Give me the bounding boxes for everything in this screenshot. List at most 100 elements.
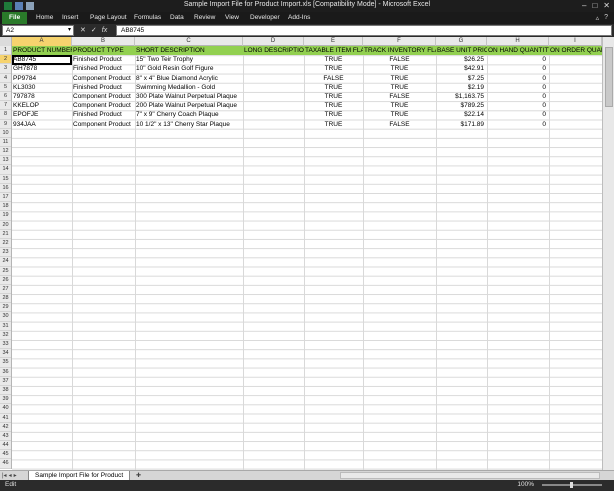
header-cell[interactable]: TAXABLE ITEM FLAG: [304, 46, 370, 56]
header-cell[interactable]: PRODUCT NUMBER: [12, 46, 75, 56]
row-header[interactable]: 5: [0, 83, 11, 92]
table-cell[interactable]: 10" Gold Resin Golf Figure: [135, 64, 243, 73]
table-cell[interactable]: TRUE: [304, 110, 363, 119]
table-cell[interactable]: [243, 74, 304, 83]
table-cell[interactable]: 300 Plate Walnut Perpetual Plaque: [135, 92, 243, 101]
table-cell[interactable]: $42.91: [436, 64, 487, 73]
maximize-button[interactable]: □: [592, 1, 597, 10]
row-header[interactable]: 22: [0, 239, 11, 249]
insert-function-button[interactable]: fx: [102, 25, 107, 36]
table-cell[interactable]: TRUE: [363, 101, 436, 110]
table-cell[interactable]: Component Product: [72, 92, 135, 101]
name-box[interactable]: A2 ▾: [2, 25, 74, 36]
tab-developer[interactable]: Developer: [250, 12, 280, 24]
table-cell[interactable]: 0: [487, 83, 549, 92]
row-header[interactable]: 20: [0, 221, 11, 230]
row-header[interactable]: 40: [0, 404, 11, 414]
table-cell[interactable]: TRUE: [363, 110, 436, 119]
tab-add-ins[interactable]: Add-Ins: [288, 12, 310, 24]
row-header[interactable]: 34: [0, 349, 11, 359]
table-cell[interactable]: $2.19: [436, 83, 487, 92]
table-cell[interactable]: [549, 120, 602, 129]
row-header[interactable]: 13: [0, 156, 11, 166]
table-cell[interactable]: 8" x 4" Blue Diamond Acrylic: [135, 74, 243, 83]
table-cell[interactable]: Finished Product: [72, 110, 135, 119]
zoom-slider[interactable]: [542, 482, 602, 488]
tab-file[interactable]: File: [2, 12, 28, 24]
help-icon[interactable]: ?: [604, 14, 608, 22]
row-header[interactable]: 27: [0, 285, 11, 295]
table-cell[interactable]: [243, 83, 304, 92]
next-sheet-icon[interactable]: ▸: [14, 472, 17, 479]
table-cell[interactable]: [549, 74, 602, 83]
tab-insert[interactable]: Insert: [62, 12, 78, 24]
horizontal-scrollbar[interactable]: [340, 472, 600, 479]
table-cell[interactable]: 200 Plate Walnut Perpetual Plaque: [135, 101, 243, 110]
table-cell[interactable]: FALSE: [363, 92, 436, 101]
column-header-d[interactable]: D: [243, 37, 304, 46]
row-header[interactable]: 14: [0, 165, 11, 175]
cancel-icon[interactable]: ✕: [80, 25, 86, 36]
row-header[interactable]: 7: [0, 101, 11, 111]
row-header[interactable]: 37: [0, 377, 11, 386]
table-cell[interactable]: [243, 64, 304, 73]
tab-page-layout[interactable]: Page Layout: [90, 12, 127, 24]
first-sheet-icon[interactable]: |◂: [2, 472, 7, 479]
row-header[interactable]: 43: [0, 432, 11, 442]
table-cell[interactable]: TRUE: [363, 74, 436, 83]
table-cell[interactable]: 0: [487, 64, 549, 73]
column-header-g[interactable]: G: [436, 37, 487, 46]
table-cell[interactable]: KL3030: [12, 83, 72, 92]
table-cell[interactable]: 0: [487, 92, 549, 101]
row-header[interactable]: 26: [0, 276, 11, 285]
column-header-a[interactable]: A: [12, 37, 72, 46]
row-header[interactable]: 45: [0, 450, 11, 460]
table-cell[interactable]: [243, 101, 304, 110]
table-cell[interactable]: Finished Product: [72, 64, 135, 73]
chevron-down-icon[interactable]: ▾: [68, 26, 71, 35]
header-cell[interactable]: BASE UNIT PRICE: [436, 46, 493, 56]
table-cell[interactable]: TRUE: [304, 55, 363, 64]
tab-formulas[interactable]: Formulas: [134, 12, 161, 24]
table-cell[interactable]: [549, 83, 602, 92]
select-all-button[interactable]: [0, 37, 12, 46]
row-header[interactable]: 24: [0, 257, 11, 267]
table-cell[interactable]: EPOFJE: [12, 110, 72, 119]
column-header-i[interactable]: I: [549, 37, 602, 46]
table-cell[interactable]: FALSE: [363, 55, 436, 64]
row-header[interactable]: 1: [0, 46, 11, 56]
table-cell[interactable]: TRUE: [304, 120, 363, 129]
table-cell[interactable]: FALSE: [363, 120, 436, 129]
close-button[interactable]: ✕: [603, 1, 610, 10]
table-cell[interactable]: Component Product: [72, 101, 135, 110]
table-cell[interactable]: [549, 55, 602, 64]
row-header[interactable]: 31: [0, 322, 11, 331]
row-header[interactable]: 17: [0, 193, 11, 203]
table-cell[interactable]: [243, 92, 304, 101]
table-cell[interactable]: $1,163.75: [436, 92, 487, 101]
minimize-ribbon-icon[interactable]: ▵: [596, 14, 600, 22]
column-header-b[interactable]: B: [72, 37, 135, 46]
row-header[interactable]: 32: [0, 331, 11, 340]
table-cell[interactable]: [243, 55, 304, 64]
row-header[interactable]: 12: [0, 147, 11, 157]
row-header[interactable]: 25: [0, 267, 11, 276]
row-header[interactable]: 2: [0, 55, 11, 65]
table-cell[interactable]: [243, 110, 304, 119]
enter-icon[interactable]: ✓: [91, 25, 97, 36]
table-cell[interactable]: 7" x 9" Cherry Coach Plaque: [135, 110, 243, 119]
table-cell[interactable]: Component Product: [72, 74, 135, 83]
header-cell[interactable]: LONG DESCRIPTION: [243, 46, 309, 56]
table-cell[interactable]: [549, 92, 602, 101]
formula-input[interactable]: AB8745: [116, 25, 612, 36]
scrollbar-thumb[interactable]: [605, 47, 613, 107]
zoom-level[interactable]: 100%: [517, 481, 534, 488]
row-header[interactable]: 16: [0, 184, 11, 193]
table-cell[interactable]: $171.89: [436, 120, 487, 129]
table-cell[interactable]: KKELOP: [12, 101, 72, 110]
row-header[interactable]: 9: [0, 120, 11, 129]
table-cell[interactable]: 0: [487, 101, 549, 110]
row-header[interactable]: 6: [0, 92, 11, 102]
row-header[interactable]: 23: [0, 248, 11, 258]
table-cell[interactable]: TRUE: [304, 64, 363, 73]
